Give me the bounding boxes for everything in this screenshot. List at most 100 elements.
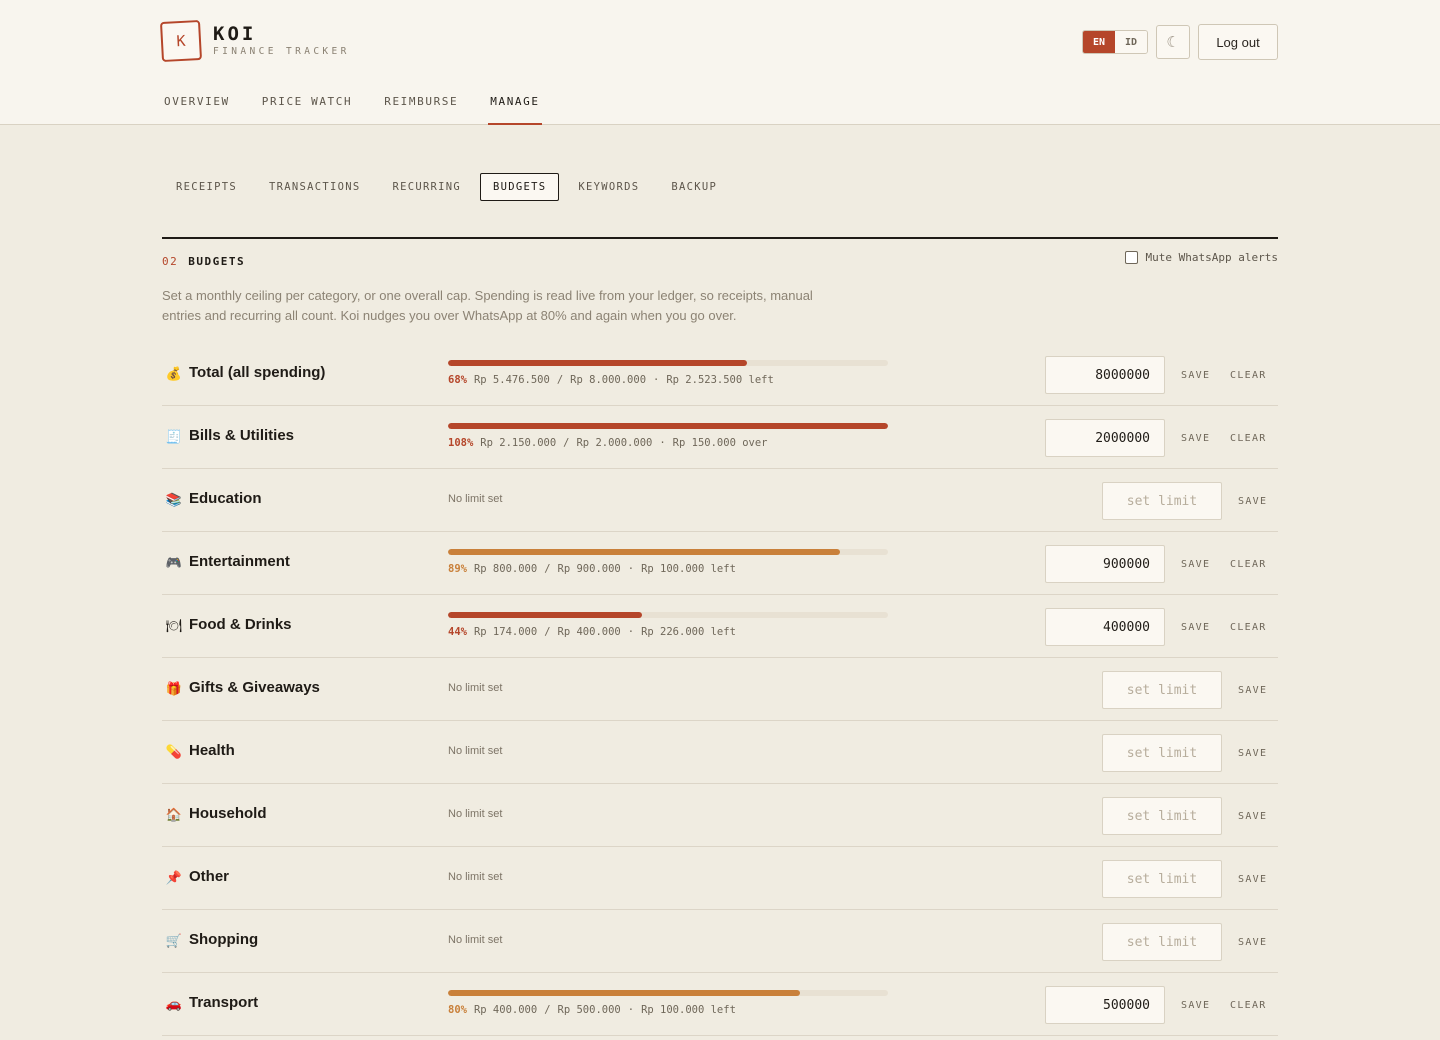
- category-name: Education: [189, 490, 262, 507]
- lang-id-button[interactable]: ID: [1115, 31, 1147, 53]
- budget-usage-part: Rp 2.150.000: [480, 437, 557, 449]
- clear-button[interactable]: CLEAR: [1230, 559, 1267, 570]
- budget-usage-part: ·: [659, 437, 666, 449]
- section-description: Set a monthly ceiling per category, or o…: [162, 288, 813, 323]
- save-button[interactable]: SAVE: [1181, 622, 1210, 633]
- nav-manage[interactable]: MANAGE: [488, 95, 542, 125]
- budget-row: 🧾 Bills & Utilities 108% Rp 2.150.000 / Rp 2.…: [162, 406, 1278, 469]
- budget-usage-part: Rp 2.000.000: [576, 437, 653, 449]
- budget-row: 🚗 Transport 80% Rp 400.000 / Rp 500.000 · Rp 10…: [162, 973, 1278, 1036]
- budget-row: 📌 Other No limit set set limit SAVE: [162, 847, 1278, 910]
- tab-receipts[interactable]: RECEIPTS: [163, 173, 250, 201]
- no-limit-text: No limit set: [448, 808, 503, 820]
- no-limit-text: No limit set: [448, 493, 503, 505]
- budget-limit-input[interactable]: 500000: [1045, 986, 1165, 1024]
- save-button[interactable]: SAVE: [1238, 811, 1267, 822]
- save-button[interactable]: SAVE: [1238, 496, 1267, 507]
- nav-reimburse[interactable]: REIMBURSE: [384, 95, 458, 125]
- books-icon: 📚: [165, 492, 183, 508]
- budget-progress-bar: [448, 549, 888, 555]
- cart-icon: 🛒: [165, 933, 183, 949]
- house-icon: 🏠: [165, 807, 183, 823]
- pushpin-icon: 📌: [165, 870, 183, 886]
- budget-limit-input[interactable]: 400000: [1045, 608, 1165, 646]
- no-limit-text: No limit set: [448, 934, 503, 946]
- budget-progress-fill: [448, 423, 888, 429]
- budget-limit-input[interactable]: 900000: [1045, 545, 1165, 583]
- budget-limit-input[interactable]: set limit: [1102, 734, 1222, 772]
- budget-row: 💰 Total (all spending) 68% Rp 5.476.500 / Rp …: [162, 343, 1278, 406]
- tab-transactions[interactable]: TRANSACTIONS: [256, 173, 373, 201]
- save-button[interactable]: SAVE: [1238, 748, 1267, 759]
- main-nav: OVERVIEW PRICE WATCH REIMBURSE MANAGE: [164, 95, 572, 125]
- category-name: Entertainment: [189, 553, 290, 570]
- budget-progress-bar: [448, 360, 888, 366]
- save-button[interactable]: SAVE: [1181, 1000, 1210, 1011]
- budget-list: 💰 Total (all spending) 68% Rp 5.476.500 / Rp …: [162, 343, 1278, 1036]
- mute-whatsapp-toggle[interactable]: Mute WhatsApp alerts: [1124, 251, 1278, 264]
- logo-mark: K: [159, 19, 203, 63]
- clear-button[interactable]: CLEAR: [1230, 622, 1267, 633]
- mute-whatsapp-label: Mute WhatsApp alerts: [1145, 251, 1278, 264]
- mute-whatsapp-checkbox[interactable]: [1124, 251, 1138, 264]
- clear-button[interactable]: CLEAR: [1230, 433, 1267, 444]
- budget-usage-part: /: [544, 1004, 551, 1016]
- budget-row: 🍽 Food & Drinks 44% Rp 174.000 / Rp 400.000 · R…: [162, 595, 1278, 658]
- car-icon: 🚗: [165, 996, 183, 1012]
- budget-percent: 68%: [448, 374, 467, 386]
- category-name: Total (all spending): [189, 364, 326, 381]
- lang-en-button[interactable]: EN: [1083, 31, 1115, 53]
- moon-icon: ☾: [1166, 33, 1180, 51]
- clear-button[interactable]: CLEAR: [1230, 370, 1267, 381]
- tab-budgets[interactable]: BUDGETS: [480, 173, 560, 201]
- gift-icon: 🎁: [165, 681, 183, 697]
- budget-row: 🛒 Shopping No limit set set limit SAVE: [162, 910, 1278, 973]
- save-button[interactable]: SAVE: [1238, 685, 1267, 696]
- save-button[interactable]: SAVE: [1181, 433, 1210, 444]
- budget-usage-part: Rp 5.476.500: [473, 374, 550, 386]
- budget-limit-input[interactable]: 2000000: [1045, 419, 1165, 457]
- budget-usage-text: 89% Rp 800.000 / Rp 900.000 · Rp 100.000 left: [448, 563, 736, 575]
- budget-percent: 89%: [448, 563, 467, 575]
- budget-usage-part: Rp 400.000: [473, 1004, 538, 1016]
- budget-usage-part: Rp 100.000 left: [641, 563, 736, 575]
- no-limit-text: No limit set: [448, 871, 503, 883]
- budget-row: 📚 Education No limit set set limit SAVE: [162, 469, 1278, 532]
- budget-row: 🎁 Gifts & Giveaways No limit set set limit S…: [162, 658, 1278, 721]
- budget-usage-text: 68% Rp 5.476.500 / Rp 8.000.000 · Rp 2.523.50…: [448, 374, 774, 386]
- clear-button[interactable]: CLEAR: [1230, 1000, 1267, 1011]
- budget-limit-input[interactable]: set limit: [1102, 482, 1222, 520]
- tab-keywords[interactable]: KEYWORDS: [565, 173, 652, 201]
- budget-usage-part: /: [563, 437, 570, 449]
- tab-backup[interactable]: BACKUP: [658, 173, 730, 201]
- budget-usage-text: 80% Rp 400.000 / Rp 500.000 · Rp 100.000 left: [448, 1004, 736, 1016]
- category-name: Gifts & Giveaways: [189, 679, 320, 696]
- budget-row: 🏠 Household No limit set set limit SAVE: [162, 784, 1278, 847]
- budget-limit-input[interactable]: 8000000: [1045, 356, 1165, 394]
- save-button[interactable]: SAVE: [1181, 370, 1210, 381]
- budget-usage-part: ·: [627, 1004, 635, 1016]
- logout-button[interactable]: Log out: [1198, 24, 1278, 60]
- nav-overview[interactable]: OVERVIEW: [164, 95, 230, 125]
- language-switch: EN ID: [1082, 30, 1148, 54]
- budget-progress-fill: [448, 612, 642, 618]
- budget-limit-input[interactable]: set limit: [1102, 923, 1222, 961]
- save-button[interactable]: SAVE: [1238, 937, 1267, 948]
- save-button[interactable]: SAVE: [1181, 559, 1210, 570]
- budget-limit-input[interactable]: set limit: [1102, 860, 1222, 898]
- budget-limit-input[interactable]: set limit: [1102, 797, 1222, 835]
- nav-price-watch[interactable]: PRICE WATCH: [262, 95, 352, 125]
- tab-recurring[interactable]: RECURRING: [379, 173, 474, 201]
- budget-usage-part: ·: [627, 626, 635, 638]
- budget-usage-part: Rp 150.000 over: [672, 437, 768, 449]
- theme-toggle-button[interactable]: ☾: [1156, 25, 1190, 59]
- save-button[interactable]: SAVE: [1238, 874, 1267, 885]
- bill-icon: 🧾: [165, 429, 183, 445]
- budget-progress-fill: [448, 360, 748, 366]
- budget-usage-part: /: [544, 563, 551, 575]
- budget-percent: 108%: [448, 437, 474, 449]
- budget-usage-part: Rp 2.523.500 left: [666, 374, 774, 386]
- budget-limit-input[interactable]: set limit: [1102, 671, 1222, 709]
- budget-usage-part: Rp 8.000.000: [570, 374, 647, 386]
- section-number: 02: [162, 255, 179, 268]
